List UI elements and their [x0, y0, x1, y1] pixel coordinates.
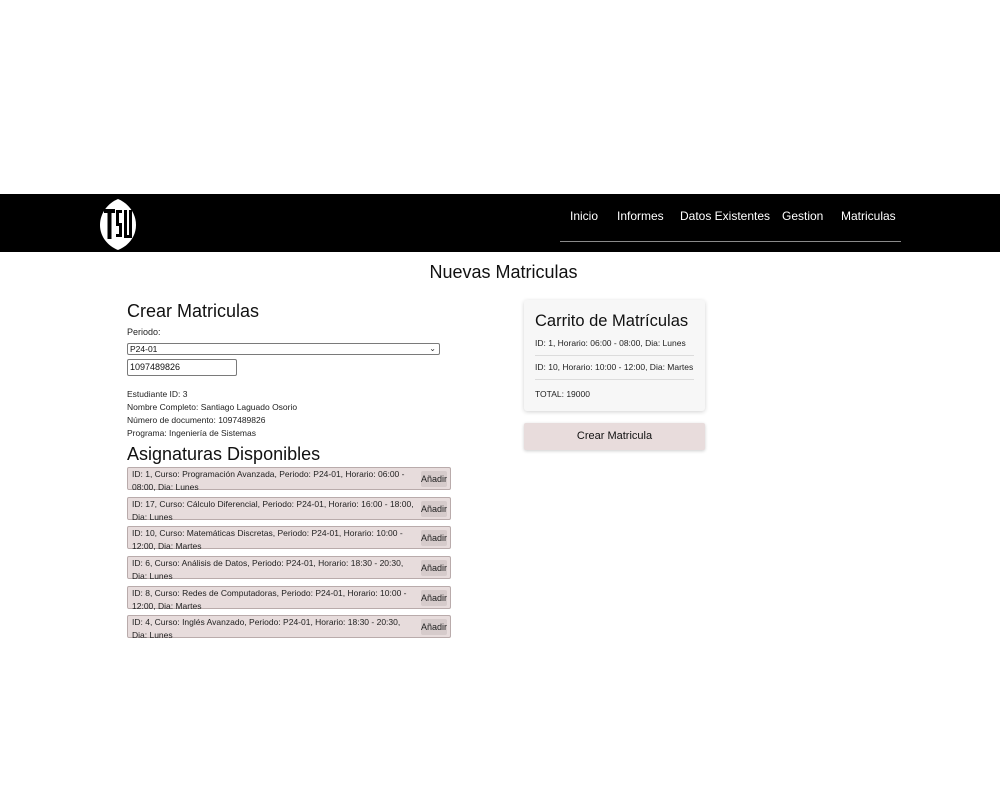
course-item: ID: 6, Curso: Análisis de Datos, Periodo… [127, 556, 451, 581]
create-section-title: Crear Matriculas [127, 301, 260, 321]
course-text: ID: 10, Curso: Matemáticas Discretas, Pe… [132, 528, 403, 551]
course-item: ID: 1, Curso: Programación Avanzada, Per… [127, 467, 451, 492]
add-course-button[interactable]: Añadir [421, 619, 447, 635]
cart-item: ID: 10, Horario: 10:00 - 12:00, Dia: Mar… [535, 362, 694, 372]
course-item: ID: 10, Curso: Matemáticas Discretas, Pe… [127, 526, 451, 551]
cart-total: TOTAL: 19000 [535, 389, 590, 399]
course-text: ID: 6, Curso: Análisis de Datos, Periodo… [132, 558, 404, 581]
course-text: ID: 1, Curso: Programación Avanzada, Per… [132, 469, 405, 492]
cart-item: ID: 1, Horario: 06:00 - 08:00, Dia: Lune… [535, 338, 686, 348]
course-text: ID: 17, Curso: Cálculo Diferencial, Peri… [132, 499, 414, 522]
courses-section-title: Asignaturas Disponibles [127, 444, 321, 464]
page: Inicio Informes Datos Existentes Gestion… [0, 0, 1000, 803]
add-course-button[interactable]: Añadir [421, 590, 447, 606]
tsu-logo[interactable] [98, 197, 138, 252]
course-text: ID: 4, Curso: Inglés Avanzado, Periodo: … [132, 617, 401, 640]
cart-divider [535, 379, 694, 380]
nav-links: Inicio Informes Datos Existentes Gestion… [560, 194, 901, 242]
period-select[interactable]: P24-01 ⌄ [127, 343, 440, 355]
course-text: ID: 8, Curso: Redes de Computadoras, Per… [132, 588, 407, 611]
page-title: Nuevas Matriculas [429, 262, 578, 282]
document-input[interactable]: 1097489826 [127, 359, 237, 376]
nav-informes[interactable]: Informes [617, 209, 664, 223]
student-id: Estudiante ID: 3 [127, 389, 188, 399]
tsu-logo-icon [100, 199, 136, 250]
course-item: ID: 4, Curso: Inglés Avanzado, Periodo: … [127, 615, 451, 640]
add-course-button[interactable]: Añadir [421, 501, 447, 517]
course-item: ID: 8, Curso: Redes de Computadoras, Per… [127, 586, 451, 611]
create-matricula-button[interactable]: Crear Matricula [524, 423, 705, 450]
student-program: Programa: Ingeniería de Sistemas [127, 428, 256, 438]
student-name: Nombre Completo: Santiago Laguado Osorio [127, 402, 298, 412]
add-course-button[interactable]: Añadir [421, 560, 447, 576]
course-item: ID: 17, Curso: Cálculo Diferencial, Peri… [127, 497, 451, 522]
nav-matriculas[interactable]: Matriculas [841, 209, 896, 223]
cart-title: Carrito de Matrículas [535, 312, 689, 330]
add-course-button[interactable]: Añadir [421, 471, 447, 487]
add-course-button[interactable]: Añadir [421, 530, 447, 546]
navbar: Inicio Informes Datos Existentes Gestion… [0, 194, 1000, 252]
cart-panel: Carrito de Matrículas ID: 1, Horario: 06… [524, 300, 705, 411]
period-label: Periodo: [127, 327, 161, 337]
nav-inicio[interactable]: Inicio [570, 209, 598, 223]
nav-gestion[interactable]: Gestion [782, 209, 823, 223]
period-select-value: P24-01 [130, 344, 158, 354]
student-document: Número de documento: 1097489826 [127, 415, 266, 425]
chevron-down-icon: ⌄ [429, 344, 436, 353]
nav-datos-existentes[interactable]: Datos Existentes [680, 209, 770, 223]
cart-divider [535, 355, 694, 356]
